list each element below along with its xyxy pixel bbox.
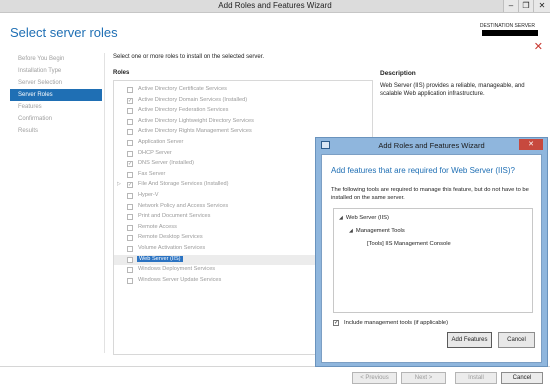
role-checkbox[interactable] bbox=[127, 267, 133, 274]
roles-heading: Roles bbox=[113, 70, 130, 76]
tree-collapse-icon[interactable]: ◢ bbox=[339, 215, 343, 221]
role-label: Print and Document Services bbox=[138, 213, 211, 220]
role-row[interactable]: Active Directory Lightweight Directory S… bbox=[114, 117, 372, 127]
role-checkbox[interactable] bbox=[127, 235, 133, 242]
role-checkbox[interactable] bbox=[127, 214, 133, 221]
role-label: Remote Desktop Services bbox=[138, 234, 203, 241]
role-label: Active Directory Rights Management Servi… bbox=[138, 128, 252, 135]
role-checkbox[interactable] bbox=[127, 129, 133, 136]
next-button[interactable]: Next > bbox=[401, 372, 446, 384]
role-checkbox[interactable] bbox=[127, 203, 133, 210]
role-row[interactable]: Active Directory Rights Management Servi… bbox=[114, 127, 372, 137]
role-label: Hyper-V bbox=[138, 192, 159, 198]
role-checkbox[interactable] bbox=[127, 87, 133, 93]
description-text: Web Server (IIS) provides a reliable, ma… bbox=[380, 83, 525, 97]
role-label: Active Directory Federation Services bbox=[138, 107, 229, 114]
dialog-titlebar: Add Roles and Features Wizard ✕ bbox=[316, 138, 547, 152]
role-checkbox[interactable] bbox=[127, 118, 133, 125]
dialog-body: Add features that are required for Web S… bbox=[321, 154, 542, 363]
nav-divider bbox=[104, 53, 105, 353]
tree-item: ◢ Management Tools bbox=[349, 228, 405, 234]
tree-item-label: Web Server (IIS) bbox=[345, 215, 389, 221]
close-wizard-icon[interactable]: ✕ bbox=[534, 42, 543, 53]
role-row[interactable]: ✓ Active Directory Domain Services (Insta… bbox=[114, 96, 372, 106]
role-label: Network Policy and Access Services bbox=[138, 202, 229, 209]
role-label: Fax Server bbox=[138, 170, 166, 177]
instruction-text: Select one or more roles to install on t… bbox=[113, 54, 265, 60]
role-checkbox[interactable] bbox=[127, 193, 133, 199]
role-label: DHCP Server bbox=[138, 149, 172, 156]
dialog-title: Add Roles and Features Wizard bbox=[378, 141, 485, 150]
role-row[interactable]: Active Directory Federation Services bbox=[114, 106, 372, 116]
role-label: Active Directory Lightweight Directory S… bbox=[138, 117, 254, 124]
role-checkbox[interactable] bbox=[127, 150, 133, 157]
role-checkbox[interactable] bbox=[127, 140, 133, 146]
dialog-cancel-button[interactable]: Cancel bbox=[498, 332, 535, 348]
add-features-button[interactable]: Add Features bbox=[447, 332, 492, 348]
destination-server-label: DESTINATION SERVER bbox=[479, 23, 535, 29]
window-title: Add Roles and Features Wizard bbox=[218, 1, 332, 10]
role-label: DNS Server (Installed) bbox=[138, 160, 194, 167]
nav-item-server-selection[interactable]: Server Selection bbox=[10, 77, 102, 89]
tree-item: ◢ Web Server (IIS) bbox=[339, 215, 389, 221]
destination-server-redacted bbox=[482, 30, 538, 36]
role-label: Windows Deployment Services bbox=[138, 266, 216, 273]
expand-arrow-icon[interactable]: ▷ bbox=[117, 181, 121, 187]
tree-item: [Tools] IIS Management Console bbox=[367, 241, 451, 247]
role-label: Application Server bbox=[138, 139, 184, 145]
minimize-button[interactable]: – bbox=[503, 0, 518, 12]
close-window-button[interactable]: ✕ bbox=[533, 0, 550, 12]
role-checkbox[interactable] bbox=[127, 256, 133, 263]
nav-item-results[interactable]: Results bbox=[10, 125, 102, 137]
role-checkbox[interactable] bbox=[127, 171, 133, 178]
role-checkbox[interactable] bbox=[127, 224, 133, 231]
dialog-close-button[interactable]: ✕ bbox=[519, 139, 543, 150]
role-label: File And Storage Services (Installed) bbox=[138, 181, 229, 188]
nav-item-installation-type[interactable]: Installation Type bbox=[10, 65, 102, 77]
role-checkbox[interactable]: ✓ bbox=[127, 161, 133, 168]
required-features-tree: ◢ Web Server (IIS) ◢ Management Tools [Tools… bbox=[333, 208, 533, 313]
dialog-text: The following tools are required to mana… bbox=[331, 187, 529, 201]
maximize-button[interactable]: ❐ bbox=[518, 0, 533, 12]
nav-item-before-you-begin[interactable]: Before You Begin bbox=[10, 53, 102, 65]
window-titlebar: Add Roles and Features Wizard – ❐ ✕ bbox=[0, 0, 550, 13]
tree-collapse-icon[interactable]: ◢ bbox=[349, 228, 353, 234]
role-checkbox[interactable]: ✓ bbox=[127, 182, 133, 189]
role-label: Remote Access bbox=[138, 223, 177, 230]
role-label: Active Directory Certificate Services bbox=[138, 86, 227, 92]
cancel-button[interactable]: Cancel bbox=[501, 372, 543, 384]
nav-item-features[interactable]: Features bbox=[10, 101, 102, 113]
add-features-dialog: Add Roles and Features Wizard ✕ Add feat… bbox=[315, 137, 548, 367]
role-label: Web Server (IIS) bbox=[137, 255, 183, 262]
previous-button[interactable]: < Previous bbox=[352, 372, 397, 384]
nav-item-confirmation[interactable]: Confirmation bbox=[10, 113, 102, 125]
tree-item-label: Management Tools bbox=[355, 228, 405, 234]
role-label: Windows Server Update Services bbox=[138, 276, 222, 283]
page-title: Select server roles bbox=[10, 25, 118, 40]
role-checkbox[interactable] bbox=[127, 246, 133, 252]
dialog-heading: Add features that are required for Web S… bbox=[331, 166, 515, 175]
include-tools-label: Include management tools (if applicable) bbox=[344, 320, 449, 326]
role-checkbox[interactable] bbox=[127, 277, 133, 284]
role-checkbox[interactable] bbox=[127, 108, 133, 115]
role-label: Volume Activation Services bbox=[138, 245, 206, 251]
include-tools-checkbox[interactable]: ✓ bbox=[333, 320, 339, 326]
wizard-steps-nav: Before You Begin Installation Type Server … bbox=[10, 53, 102, 137]
role-checkbox[interactable]: ✓ bbox=[127, 97, 133, 104]
nav-item-server-roles[interactable]: Server Roles bbox=[10, 89, 102, 101]
install-button[interactable]: Install bbox=[455, 372, 497, 384]
description-heading: Description bbox=[380, 70, 416, 77]
role-label: Active Directory Domain Services (Instal… bbox=[138, 96, 248, 103]
role-row[interactable]: Active Directory Certificate Services bbox=[114, 85, 372, 95]
tree-item-label: [Tools] IIS Management Console bbox=[367, 241, 451, 247]
